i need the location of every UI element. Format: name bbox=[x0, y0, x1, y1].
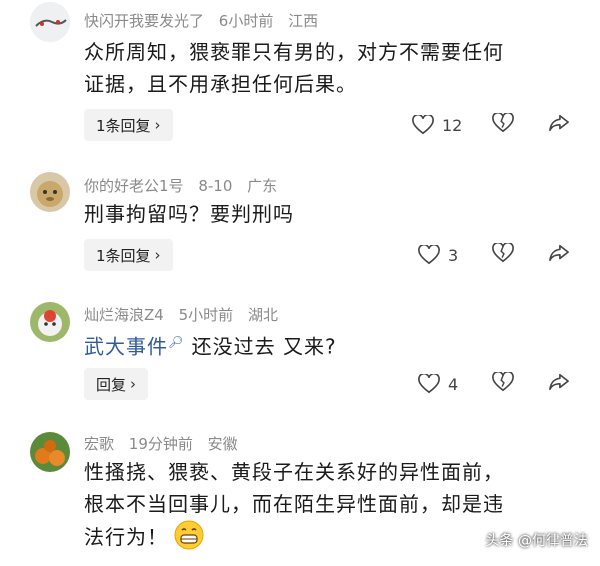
comment-meta: 宏歌 19分钟前 安徽 bbox=[84, 433, 248, 454]
like-button[interactable]: 3 bbox=[418, 245, 458, 265]
avatar-image bbox=[30, 2, 70, 42]
topic-link[interactable]: 武大事件 bbox=[84, 335, 168, 359]
comment-line-end: 法行为！ bbox=[84, 525, 168, 549]
search-icon[interactable]: 🔎︎ bbox=[168, 335, 184, 349]
timestamp: 19分钟前 bbox=[128, 435, 193, 453]
comment-line: 证据，且不用承担任何后果。 bbox=[84, 72, 357, 96]
timestamp: 8-10 bbox=[198, 177, 233, 195]
comment-meta: 快闪开我要发光了 6小时前 江西 bbox=[84, 10, 328, 31]
comment-text: 刑事拘留吗？要判刑吗 bbox=[84, 198, 584, 230]
location: 安徽 bbox=[207, 435, 238, 453]
share-arrow-icon bbox=[549, 114, 569, 132]
comment-actions: 3 bbox=[0, 239, 600, 271]
like-count: 12 bbox=[442, 115, 463, 135]
comment-line: 性搔挠、猥亵、黄段子在关系好的异性面前， bbox=[84, 460, 504, 484]
username[interactable]: 灿烂海浪Z4 bbox=[84, 306, 164, 324]
dislike-button[interactable] bbox=[492, 111, 514, 137]
avatar-image bbox=[30, 302, 70, 342]
avatar[interactable] bbox=[30, 172, 70, 212]
comment-actions: 12 bbox=[0, 109, 600, 141]
comment-line: 还没过去 又来? bbox=[184, 334, 337, 359]
broken-heart-icon bbox=[492, 241, 514, 263]
broken-heart-icon bbox=[492, 111, 514, 133]
avatar[interactable] bbox=[30, 432, 70, 472]
avatar[interactable] bbox=[30, 2, 70, 42]
comment-meta: 你的好老公1号 8-10 广东 bbox=[84, 175, 287, 196]
share-button[interactable] bbox=[548, 243, 570, 267]
avatar[interactable] bbox=[30, 302, 70, 342]
share-arrow-icon bbox=[549, 373, 569, 391]
timestamp: 6小时前 bbox=[218, 12, 274, 30]
share-arrow-icon bbox=[549, 244, 569, 262]
location: 湖北 bbox=[247, 306, 278, 324]
broken-heart-icon bbox=[492, 370, 514, 392]
heart-outline-icon bbox=[418, 374, 440, 394]
watermark: 头条 @何律普法 bbox=[485, 533, 588, 549]
location: 江西 bbox=[288, 12, 319, 30]
location: 广东 bbox=[247, 177, 278, 195]
comment-text: 武大事件🔎︎ 还没过去 又来? bbox=[84, 326, 584, 363]
username[interactable]: 宏歌 bbox=[84, 435, 114, 453]
heart-outline-icon bbox=[418, 245, 440, 265]
avatar-image bbox=[30, 432, 70, 472]
like-button[interactable]: 12 bbox=[412, 115, 462, 135]
comment-line: 根本不当回事儿，而在陌生异性面前，却是违 bbox=[84, 492, 504, 516]
like-count: 4 bbox=[448, 374, 459, 394]
dislike-button[interactable] bbox=[492, 370, 514, 396]
avatar-image bbox=[30, 172, 70, 212]
share-button[interactable] bbox=[548, 113, 570, 137]
heart-outline-icon bbox=[412, 115, 434, 135]
comment-text: 众所周知，猥亵罪只有男的，对方不需要任何 证据，且不用承担任何后果。 bbox=[84, 36, 584, 100]
username[interactable]: 你的好老公1号 bbox=[84, 177, 184, 195]
comment-line: 刑事拘留吗？要判刑吗 bbox=[84, 202, 294, 226]
comment-line: 众所周知，猥亵罪只有男的，对方不需要任何 bbox=[84, 40, 504, 64]
timestamp: 5小时前 bbox=[178, 306, 234, 324]
dislike-button[interactable] bbox=[492, 241, 514, 267]
like-button[interactable]: 4 bbox=[418, 374, 458, 394]
grinning-emoji-icon bbox=[174, 520, 204, 550]
share-button[interactable] bbox=[548, 372, 570, 396]
username[interactable]: 快闪开我要发光了 bbox=[84, 12, 204, 30]
comment-actions: 4 bbox=[0, 368, 600, 400]
like-count: 3 bbox=[448, 245, 459, 265]
comment-meta: 灿烂海浪Z4 5小时前 湖北 bbox=[84, 304, 288, 325]
